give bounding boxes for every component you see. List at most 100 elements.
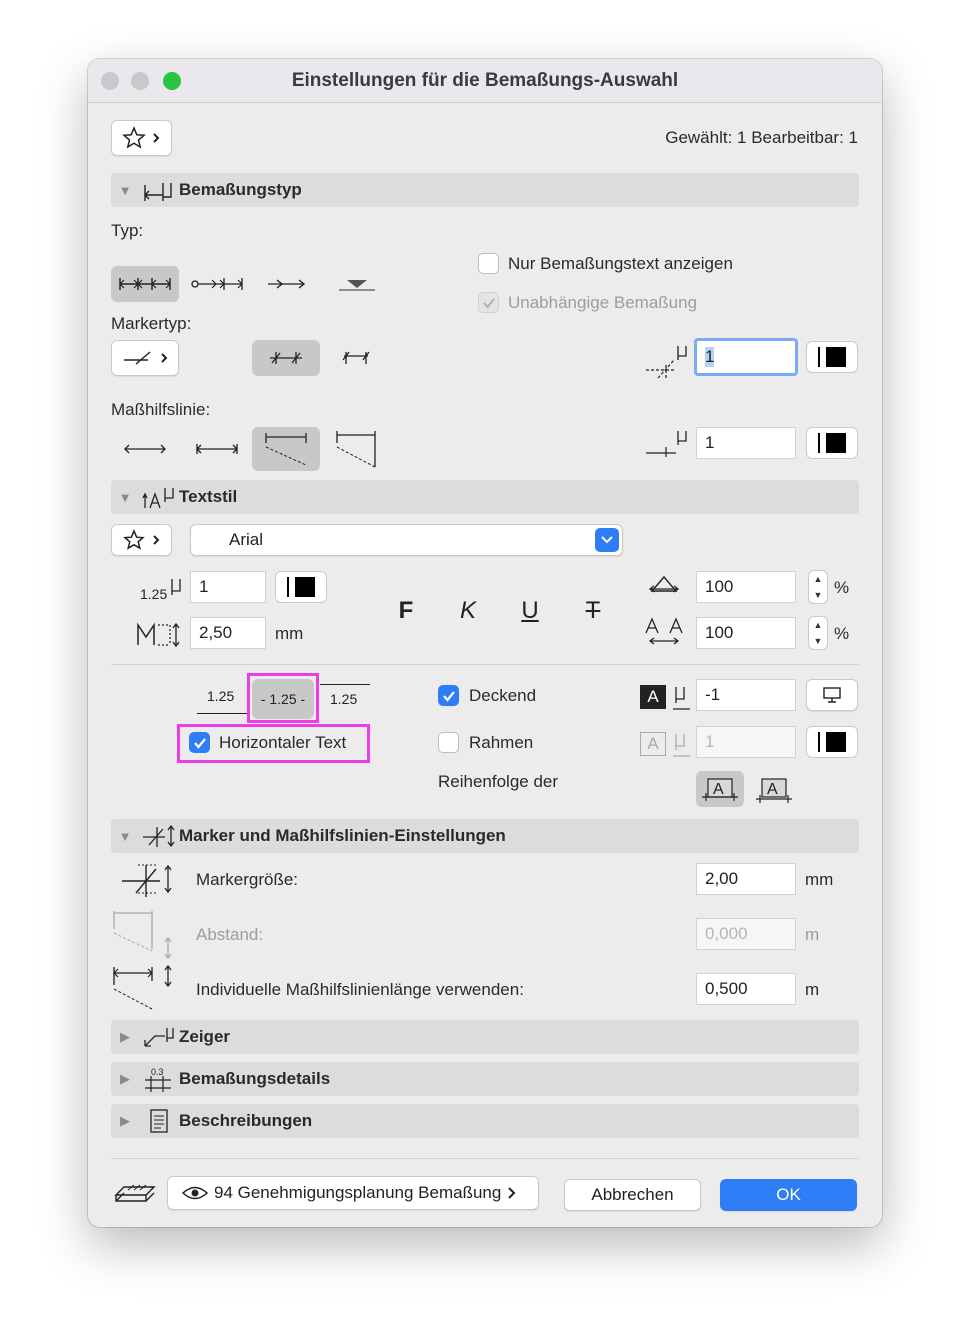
text-width-field[interactable]: 100 (696, 571, 796, 603)
layer-name: 94 Genehmigungsplanung Bemaßung (214, 1183, 502, 1202)
dimension-type-icon (139, 176, 179, 204)
marker-type-dropdown[interactable] (111, 340, 179, 376)
frame-color-button[interactable] (806, 726, 858, 758)
opaque-label: Deckend (469, 686, 537, 705)
only-text-label: Nur Bemaßungstext anzeigen (508, 254, 733, 273)
italic-button[interactable]: K (450, 594, 486, 628)
text-pen-icon: 1.25 (140, 575, 186, 605)
section-dimension-type[interactable]: ▼ Bemaßungstyp (111, 173, 859, 207)
divider (111, 664, 859, 665)
distance-field[interactable]: 0,000 (696, 918, 796, 950)
section-title: Beschreibungen (179, 1111, 313, 1130)
text-size-icon (136, 619, 186, 649)
text-position-above-option[interactable]: 1.25 (194, 679, 252, 719)
witness-line-label: Maßhilfslinie: (111, 400, 211, 419)
order-label: Reihenfolge der (438, 772, 559, 791)
marker-size-field[interactable]: 2,00 (696, 863, 796, 895)
eye-icon (182, 1186, 208, 1200)
witness-fixed-option[interactable] (332, 427, 380, 471)
text-color-button[interactable] (275, 571, 327, 603)
strikethrough-button[interactable]: T (575, 594, 611, 628)
char-spacing-stepper[interactable]: ▲ ▼ (808, 616, 828, 650)
text-pen-field[interactable]: 1 (190, 571, 266, 603)
text-style-icon (139, 483, 179, 511)
opaque-checkbox[interactable] (438, 685, 459, 706)
background-pen-field[interactable]: -1 (696, 679, 796, 711)
order-text-front-option[interactable]: A (696, 771, 744, 807)
expand-triangle-icon[interactable]: ▶ (111, 1071, 139, 1087)
witness-length-field[interactable]: 0,500 (696, 973, 796, 1005)
layer-select[interactable]: 94 Genehmigungsplanung Bemaßung (167, 1176, 539, 1210)
witness-dynamic-option[interactable] (252, 427, 320, 471)
type-elevation-option[interactable] (332, 266, 380, 302)
section-marker-settings[interactable]: ▼ Marker und Maßhilfslinien-Einstellunge… (111, 819, 859, 853)
document-icon (139, 1107, 179, 1135)
text-size-field[interactable]: 2,50 (190, 617, 266, 649)
text-favorites-button[interactable] (111, 524, 172, 556)
section-title: Bemaßungsdetails (179, 1069, 331, 1088)
collapse-triangle-icon[interactable]: ▼ (111, 183, 139, 198)
expand-triangle-icon[interactable]: ▶ (111, 1029, 139, 1045)
section-descriptions[interactable]: ▶ Beschreibungen (111, 1104, 859, 1138)
expand-triangle-icon[interactable]: ▶ (111, 1113, 139, 1129)
text-position-below-option[interactable]: 1.25 (319, 679, 371, 719)
section-title: Textstil (179, 487, 238, 506)
order-line-front-option[interactable]: A (750, 771, 798, 807)
cancel-button[interactable]: Abbrechen (564, 1179, 701, 1211)
favorites-button[interactable] (111, 120, 172, 156)
star-icon (121, 126, 159, 149)
svg-text:A: A (713, 781, 724, 798)
witness-length-label: Individuelle Maßhilfslinienlänge verwend… (196, 980, 524, 999)
title-bar: Einstellungen für die Bemaßungs-Auswahl (88, 59, 882, 103)
witness-length-unit: m (805, 980, 820, 999)
witness-length-icon (112, 963, 176, 1013)
frame-pen-field[interactable]: 1 (696, 726, 796, 758)
chevron-right-icon (508, 1187, 516, 1199)
marker-size-unit: mm (805, 870, 834, 889)
independent-label: Unabhängige Bemaßung (508, 293, 698, 312)
only-text-checkbox[interactable] (478, 253, 499, 274)
independent-checkbox[interactable] (478, 292, 499, 313)
marker-pen-field[interactable]: 1 (694, 338, 798, 376)
witness-short-option[interactable] (188, 427, 246, 471)
distance-label: Abstand: (196, 925, 264, 944)
marker-center-option[interactable] (252, 340, 320, 376)
witness-color-button[interactable] (806, 427, 858, 459)
font-name: Arial (229, 530, 264, 549)
section-title: Marker und Maßhilfslinien-Einstellungen (179, 826, 506, 845)
frame-checkbox[interactable] (438, 732, 459, 753)
witness-none-option[interactable] (111, 427, 179, 471)
section-dimension-details[interactable]: ▶ 0.3 Bemaßungsdetails (111, 1062, 859, 1096)
marker-color-button[interactable] (806, 341, 858, 373)
type-label: Typ: (111, 221, 144, 240)
collapse-triangle-icon[interactable]: ▼ (111, 490, 139, 505)
distance-unit: m (805, 925, 820, 944)
char-spacing-field[interactable]: 100 (696, 617, 796, 649)
svg-text:0.3: 0.3 (151, 1067, 164, 1077)
bold-button[interactable]: F (388, 594, 424, 628)
text-width-unit: % (834, 578, 850, 597)
footer-divider (111, 1158, 859, 1159)
font-select[interactable]: Arial (190, 524, 623, 556)
underline-button[interactable]: U (512, 594, 548, 628)
type-linear-option[interactable] (111, 266, 179, 302)
type-cumulative-option[interactable] (260, 266, 312, 302)
dimension-details-icon: 0.3 (139, 1065, 179, 1093)
layers-icon[interactable] (114, 1179, 156, 1209)
witness-pen-icon (644, 427, 690, 459)
svg-text:1.25: 1.25 (140, 586, 167, 602)
section-pointer[interactable]: ▶ Zeiger (111, 1020, 859, 1054)
type-baseline-option[interactable] (188, 266, 246, 302)
pointer-icon (139, 1023, 179, 1051)
background-monitor-button[interactable] (806, 679, 858, 711)
char-spacing-icon (644, 617, 684, 649)
collapse-triangle-icon[interactable]: ▼ (111, 829, 139, 844)
text-width-stepper[interactable]: ▲ ▼ (808, 570, 828, 604)
marker-end-option[interactable] (332, 340, 380, 376)
ok-button[interactable]: OK (720, 1179, 857, 1211)
highlight-inline-option (247, 673, 319, 723)
dialog-window: Einstellungen für die Bemaßungs-Auswahl … (88, 59, 882, 1227)
witness-pen-field[interactable]: 1 (696, 427, 796, 459)
section-text-style[interactable]: ▼ Textstil (111, 480, 859, 514)
marker-pen-icon (644, 340, 690, 380)
